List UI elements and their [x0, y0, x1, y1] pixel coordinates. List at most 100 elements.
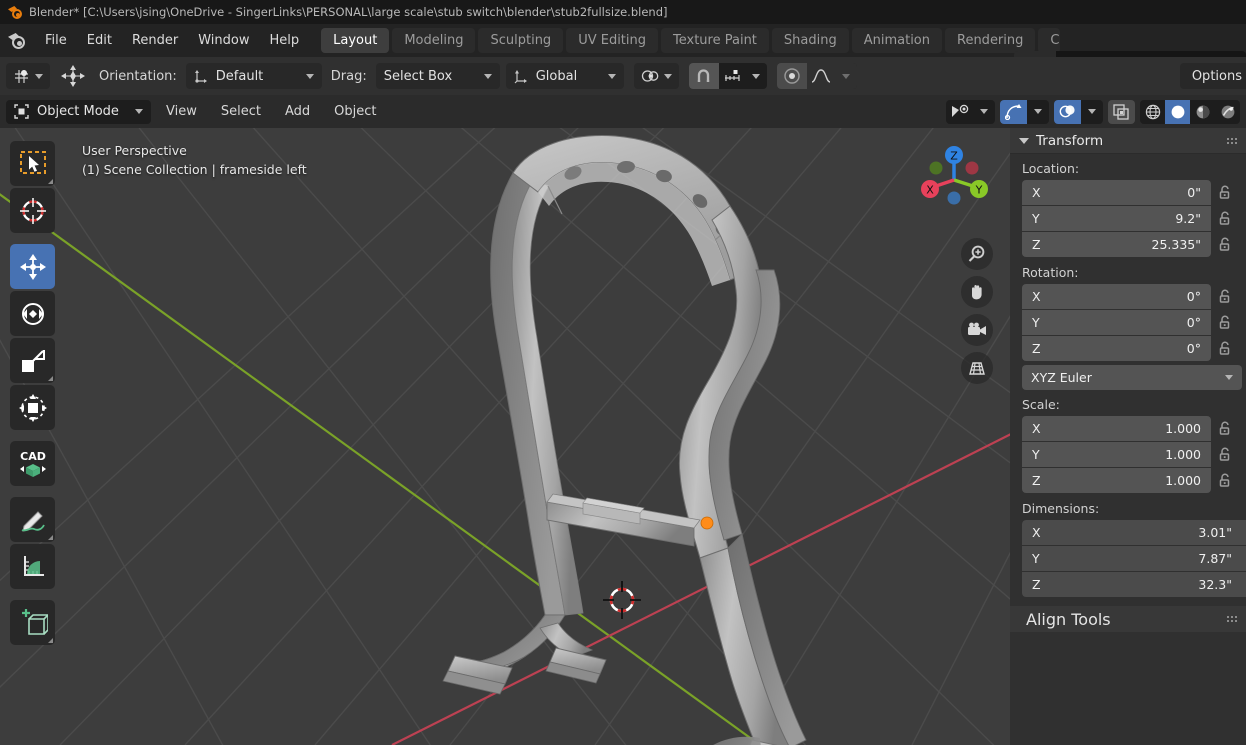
- rotation-x-field[interactable]: X 0°: [1022, 284, 1211, 309]
- gizmo-z-label: Z: [950, 150, 958, 163]
- tab-rendering[interactable]: Rendering: [945, 28, 1036, 53]
- snap-to-button[interactable]: [718, 63, 745, 89]
- lock-scale-y-icon[interactable]: [1217, 446, 1234, 463]
- tab-compositing[interactable]: C: [1038, 28, 1061, 53]
- chevron-down-icon: [483, 73, 492, 79]
- orientation-dropdown[interactable]: Default: [185, 63, 322, 89]
- chevron-down-icon: [1034, 109, 1042, 114]
- add-cube-icon: [21, 608, 48, 635]
- show-hide-icon: [951, 104, 968, 117]
- location-y-field[interactable]: Y 9.2": [1022, 206, 1211, 231]
- zoom-icon: [968, 245, 985, 262]
- tool-scale[interactable]: [10, 338, 55, 383]
- location-x-field[interactable]: X 0": [1022, 180, 1211, 205]
- scale-x-axis: X: [1032, 421, 1041, 436]
- tool-transform[interactable]: [10, 385, 55, 430]
- viewport-menu-select[interactable]: Select: [212, 101, 270, 122]
- scale-x-field[interactable]: X 1.000: [1022, 416, 1211, 441]
- lock-scale-x-icon[interactable]: [1217, 420, 1234, 437]
- tool-select-box[interactable]: [10, 141, 55, 186]
- overlays-toggle[interactable]: [1054, 99, 1081, 124]
- snap-options-dropdown[interactable]: [744, 63, 767, 89]
- xray-toggle[interactable]: [1108, 99, 1135, 124]
- scale-z-field[interactable]: Z 1.000: [1022, 468, 1211, 493]
- shading-rendered-button[interactable]: [1215, 100, 1240, 124]
- transform-gizmo-button[interactable]: [56, 64, 90, 88]
- blender-window: Blender* [C:\Users\jsing\OneDrive - Sing…: [0, 0, 1246, 745]
- menu-file[interactable]: File: [35, 30, 77, 51]
- proportional-editing-toggle[interactable]: [776, 63, 807, 89]
- falloff-dropdown[interactable]: [834, 63, 857, 89]
- transform-space-dropdown[interactable]: Global: [505, 63, 624, 89]
- menu-edit[interactable]: Edit: [77, 30, 122, 51]
- gizmo-toggle[interactable]: [1000, 99, 1027, 124]
- location-z-field[interactable]: Z 25.335": [1022, 232, 1211, 257]
- blender-icon[interactable]: [8, 32, 25, 49]
- tab-shading[interactable]: Shading: [771, 28, 849, 53]
- tool-move[interactable]: [10, 244, 55, 289]
- scale-y-field[interactable]: Y 1.000: [1022, 442, 1211, 467]
- shading-solid-button[interactable]: [1165, 99, 1190, 124]
- gizmo-neg-y: [929, 161, 943, 175]
- dimensions-x-field[interactable]: X 3.01": [1022, 520, 1246, 545]
- visibility-dropdown[interactable]: [973, 100, 995, 124]
- rotation-mode-dropdown[interactable]: XYZ Euler: [1022, 365, 1242, 390]
- navigation-gizmo[interactable]: Z Y X: [914, 140, 994, 220]
- tab-animation[interactable]: Animation: [851, 28, 942, 53]
- toggle-perspective-button[interactable]: [961, 352, 993, 384]
- options-button[interactable]: Options: [1179, 63, 1246, 89]
- shading-wireframe-button[interactable]: [1140, 100, 1165, 124]
- menu-window[interactable]: Window: [188, 30, 259, 51]
- gizmo-dropdown[interactable]: [1027, 100, 1049, 124]
- interaction-mode-dropdown[interactable]: Object Mode: [6, 99, 151, 124]
- pan-button[interactable]: [961, 276, 993, 308]
- dimensions-y-field[interactable]: Y 7.87": [1022, 546, 1246, 571]
- scale-z-value: 1.000: [1165, 473, 1201, 488]
- zoom-button[interactable]: [961, 238, 993, 270]
- active-tool-button[interactable]: [6, 63, 50, 89]
- tool-measure[interactable]: [10, 544, 55, 589]
- falloff-button[interactable]: [806, 63, 835, 89]
- chevron-down-icon: [841, 73, 850, 79]
- tab-uv-editing[interactable]: UV Editing: [566, 28, 659, 53]
- lock-location-x-icon[interactable]: [1217, 184, 1234, 201]
- menu-render[interactable]: Render: [122, 30, 188, 51]
- transform-panel-header[interactable]: Transform: [1010, 128, 1246, 154]
- lock-location-z-icon[interactable]: [1217, 236, 1234, 253]
- tool-rotate[interactable]: [10, 291, 55, 336]
- rotation-y-field[interactable]: Y 0°: [1022, 310, 1211, 335]
- dimensions-y-value: 7.87": [1198, 551, 1232, 566]
- tool-cad-transform[interactable]: CAD: [10, 441, 55, 486]
- solid-shading-icon: [1171, 105, 1184, 118]
- viewport-menu-object[interactable]: Object: [325, 101, 385, 122]
- tab-layout[interactable]: Layout: [321, 28, 390, 53]
- cursor-icon: [19, 197, 46, 224]
- overlays-icon: [1059, 105, 1075, 118]
- tab-sculpting[interactable]: Sculpting: [478, 28, 564, 53]
- tool-add-cube[interactable]: [10, 600, 55, 645]
- tab-modeling[interactable]: Modeling: [392, 28, 476, 53]
- dimensions-z-field[interactable]: Z 32.3": [1022, 572, 1246, 597]
- tab-texture-paint[interactable]: Texture Paint: [661, 28, 769, 53]
- object-visibility-button[interactable]: [946, 100, 973, 124]
- snap-magnet-toggle[interactable]: [688, 63, 719, 89]
- tweak-select-box-icon: [19, 150, 46, 174]
- menu-help[interactable]: Help: [260, 30, 310, 51]
- viewport-menu-add[interactable]: Add: [276, 101, 319, 122]
- shading-material-preview-button[interactable]: [1190, 100, 1215, 124]
- scale-icon: [21, 349, 45, 372]
- camera-view-button[interactable]: [961, 314, 993, 346]
- rotation-z-field[interactable]: Z 0°: [1022, 336, 1211, 361]
- lock-rotation-z-icon[interactable]: [1217, 340, 1234, 357]
- lock-rotation-x-icon[interactable]: [1217, 288, 1234, 305]
- overlays-dropdown[interactable]: [1081, 100, 1103, 124]
- pivot-point-button[interactable]: [633, 63, 679, 89]
- lock-scale-z-icon[interactable]: [1217, 472, 1234, 489]
- lock-rotation-y-icon[interactable]: [1217, 314, 1234, 331]
- drag-dropdown[interactable]: Select Box: [375, 63, 500, 89]
- tool-annotate[interactable]: [10, 497, 55, 542]
- viewport-menu-view[interactable]: View: [157, 101, 206, 122]
- tool-cursor[interactable]: [10, 188, 55, 233]
- lock-location-y-icon[interactable]: [1217, 210, 1234, 227]
- align-tools-panel-header[interactable]: Align Tools: [1010, 606, 1246, 632]
